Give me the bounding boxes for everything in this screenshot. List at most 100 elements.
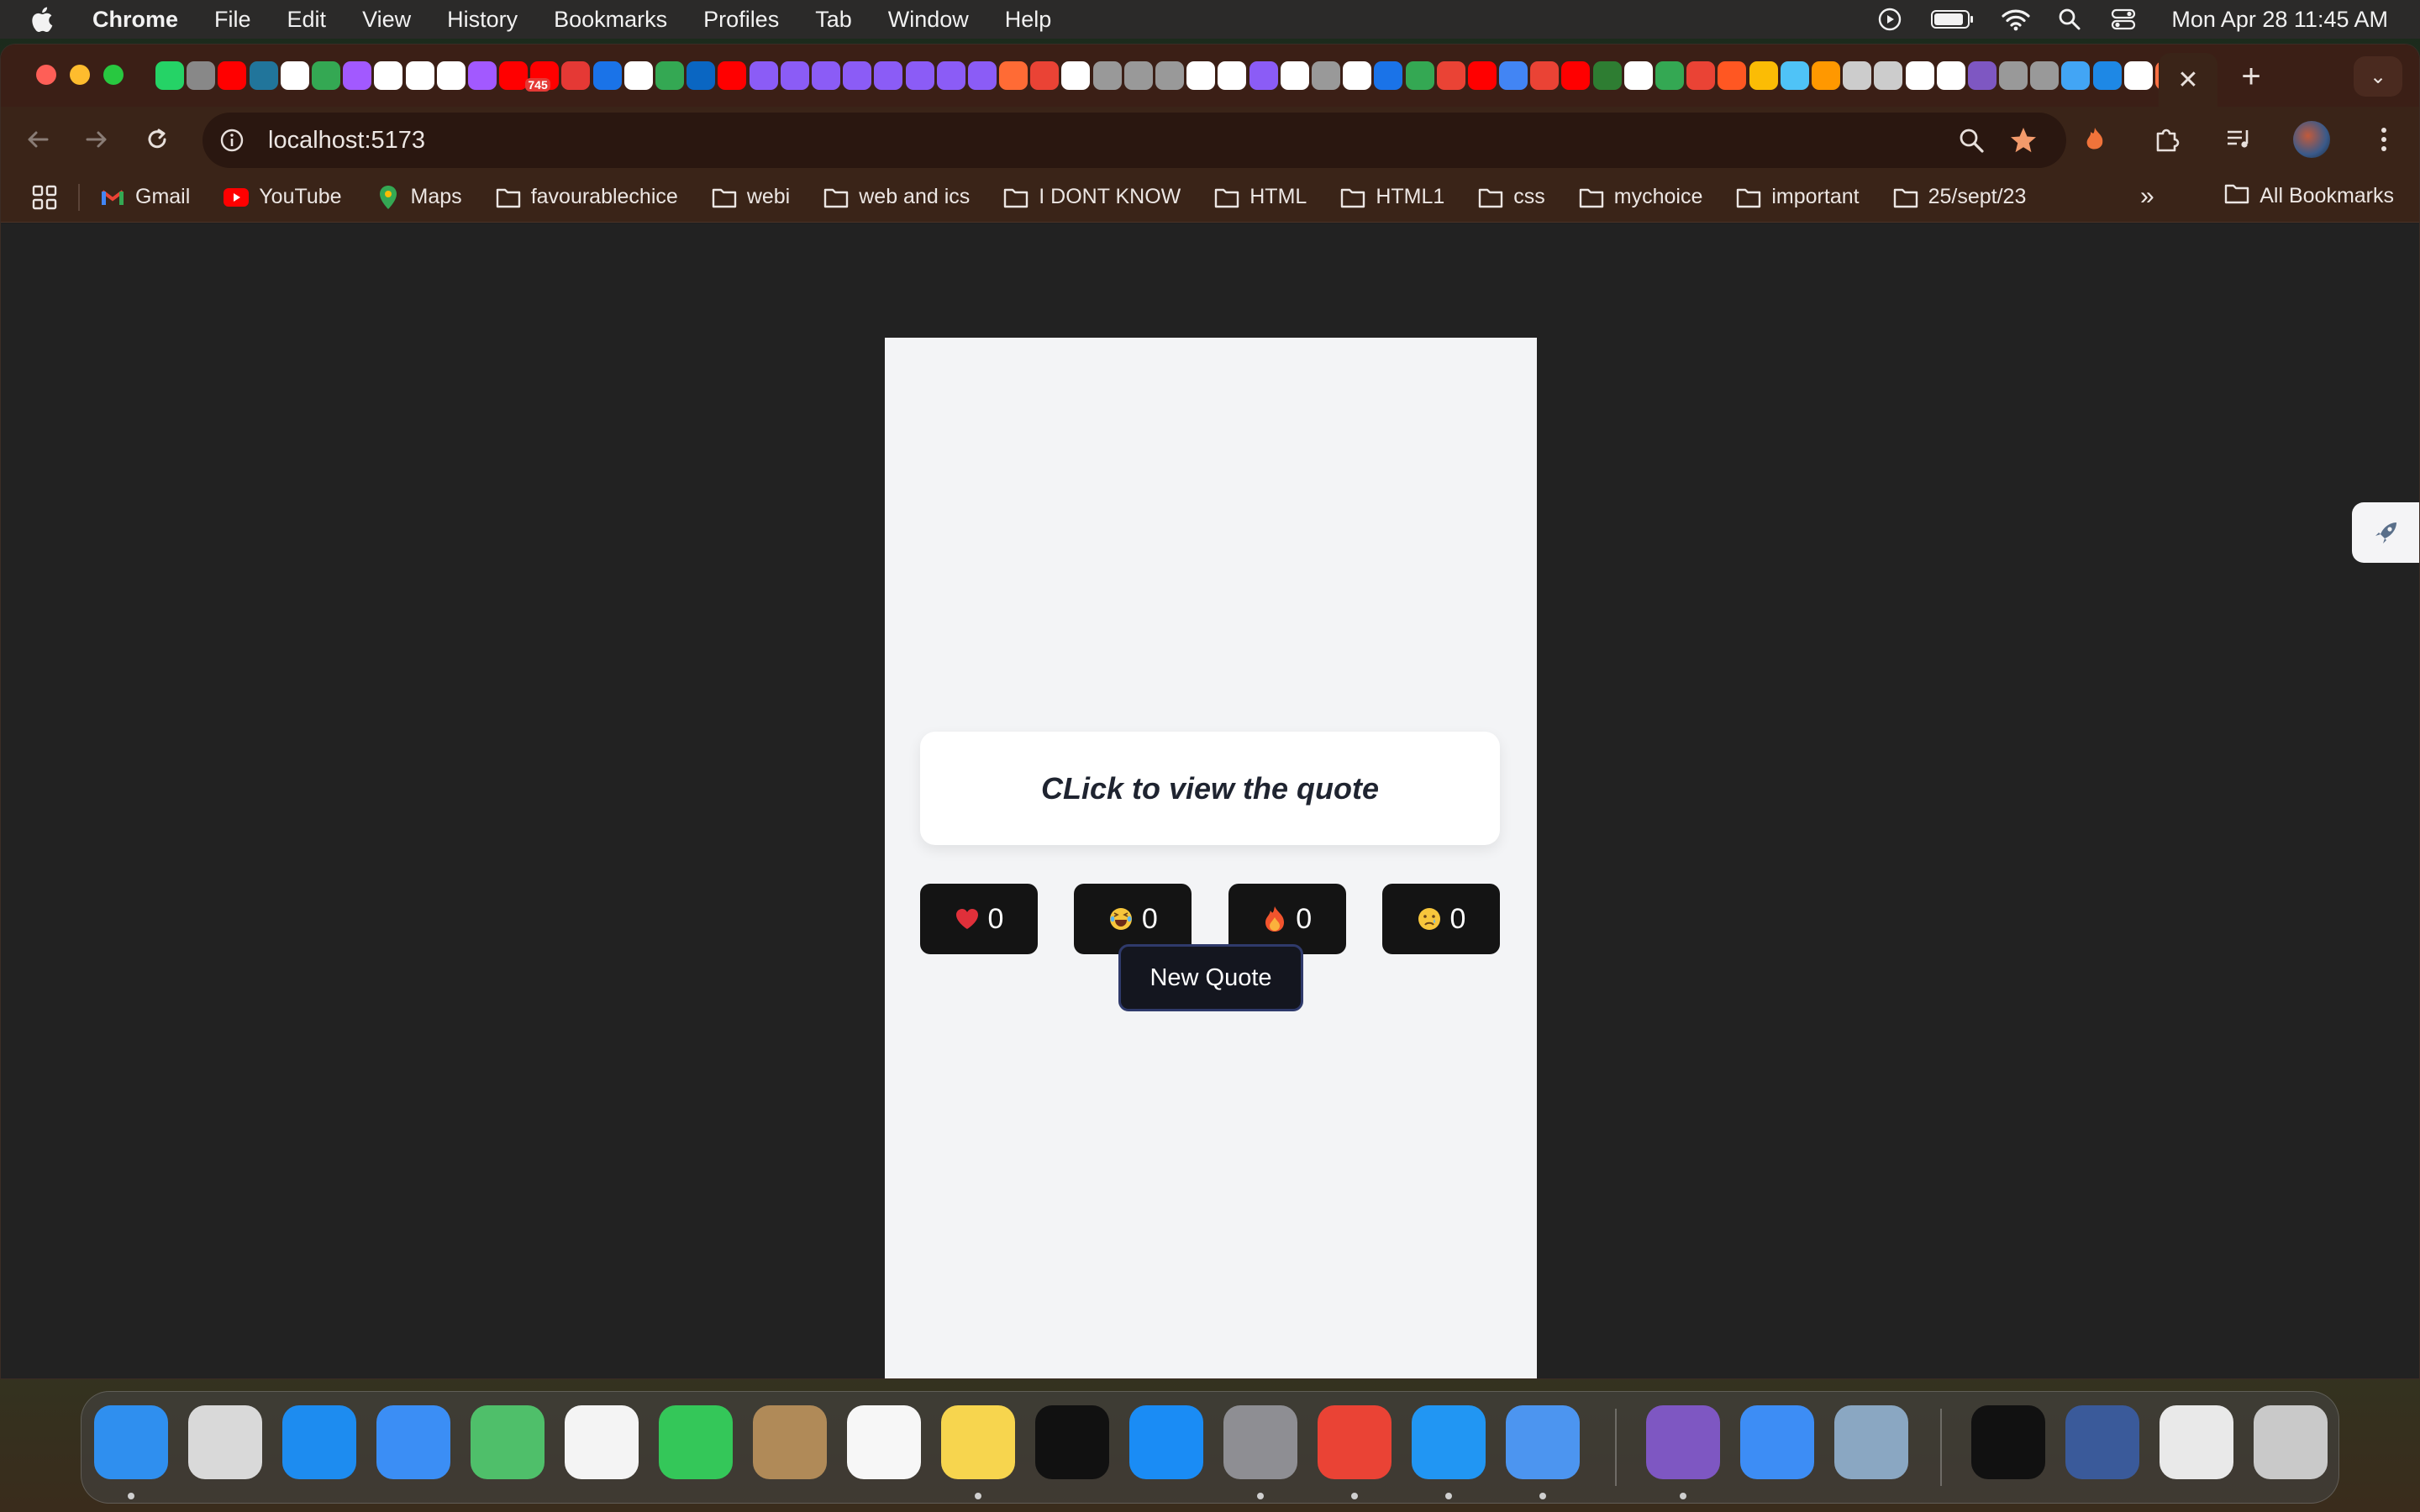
tab-favicon[interactable] xyxy=(1123,61,1153,90)
tab-favicon[interactable] xyxy=(187,61,216,90)
tab-favicon[interactable] xyxy=(1092,61,1122,90)
dock-app-contacts[interactable] xyxy=(753,1405,827,1479)
tab-favicon[interactable] xyxy=(1843,61,1872,90)
bookmark-star-icon[interactable] xyxy=(2004,121,2043,160)
tab-favicon[interactable] xyxy=(655,61,684,90)
tab-favicon[interactable] xyxy=(1343,61,1372,90)
tab-favicon[interactable] xyxy=(1749,61,1778,90)
more-menu-icon[interactable] xyxy=(2365,121,2402,158)
active-tab[interactable]: ✕ xyxy=(2159,53,2217,107)
tab-favicon[interactable] xyxy=(1218,61,1247,90)
dock-app-simulator[interactable] xyxy=(1740,1405,1814,1479)
tab-favicon[interactable] xyxy=(2123,61,2153,90)
tab-close-icon[interactable]: ✕ xyxy=(2177,66,2198,95)
tab-favicon[interactable] xyxy=(1467,61,1497,90)
dock-app-mail[interactable] xyxy=(376,1405,450,1479)
dock-app-xcode[interactable] xyxy=(1506,1405,1580,1479)
reload-button[interactable] xyxy=(139,121,176,158)
bookmark-folder[interactable]: I DONT KNOW xyxy=(1003,185,1181,210)
close-window-button[interactable] xyxy=(36,65,56,85)
dock-app-vs-code[interactable] xyxy=(1412,1405,1486,1479)
profile-avatar[interactable] xyxy=(2293,121,2330,158)
menu-tab[interactable]: Tab xyxy=(815,7,852,33)
bookmark-maps[interactable]: Maps xyxy=(376,185,462,210)
tab-favicon[interactable] xyxy=(1155,61,1184,90)
dock-app-notes[interactable] xyxy=(941,1405,1015,1479)
dock-app-chrome[interactable] xyxy=(1318,1405,1392,1479)
battery-icon[interactable] xyxy=(1929,5,1976,34)
tab-favicon[interactable] xyxy=(155,61,184,90)
tab-favicon[interactable] xyxy=(280,61,309,90)
tab-favicon[interactable] xyxy=(467,61,497,90)
control-center-icon[interactable] xyxy=(2109,5,2138,34)
tab-favicon[interactable] xyxy=(1499,61,1528,90)
tab-favicon[interactable] xyxy=(1280,61,1309,90)
spotlight-search-icon[interactable] xyxy=(2055,5,2084,34)
bookmark-youtube[interactable]: YouTube xyxy=(224,185,342,210)
dock-app-maps[interactable] xyxy=(471,1405,544,1479)
tab-favicon[interactable] xyxy=(1405,61,1434,90)
tab-favicon[interactable] xyxy=(1967,61,1996,90)
forward-button[interactable] xyxy=(78,121,115,158)
menu-file[interactable]: File xyxy=(214,7,251,33)
tab-favicon[interactable] xyxy=(1811,61,1840,90)
tab-favicon[interactable] xyxy=(1061,61,1091,90)
tab-favicon[interactable] xyxy=(811,61,840,90)
tab-favicon[interactable] xyxy=(561,61,591,90)
tab-favicon[interactable] xyxy=(1999,61,2028,90)
bookmark-folder[interactable]: web and ics xyxy=(823,185,970,210)
tab-favicon[interactable] xyxy=(592,61,622,90)
tab-favicon[interactable] xyxy=(843,61,872,90)
bookmark-folder[interactable]: webi xyxy=(712,185,790,210)
bookmark-folder[interactable]: HTML1 xyxy=(1340,185,1444,210)
zoom-icon[interactable] xyxy=(1954,123,1989,158)
menu-help[interactable]: Help xyxy=(1005,7,1052,33)
bookmark-folder[interactable]: mychoice xyxy=(1579,185,1702,210)
url-text[interactable]: localhost:5173 xyxy=(268,127,425,155)
tab-favicon[interactable] xyxy=(687,61,716,90)
tab-favicon[interactable] xyxy=(1780,61,1809,90)
dock-app-finder[interactable] xyxy=(94,1405,168,1479)
menu-bookmarks[interactable]: Bookmarks xyxy=(554,7,667,33)
all-bookmarks-button[interactable]: All Bookmarks xyxy=(2224,182,2394,210)
tab-favicon[interactable] xyxy=(1311,61,1340,90)
dock-app-facetime[interactable] xyxy=(659,1405,733,1479)
tab-favicon[interactable] xyxy=(2061,61,2091,90)
tab-favicon[interactable] xyxy=(1436,61,1465,90)
tab-favicon[interactable] xyxy=(436,61,466,90)
menu-history[interactable]: History xyxy=(447,7,518,33)
menu-edit[interactable]: Edit xyxy=(287,7,327,33)
bookmark-folder[interactable]: 25/sept/23 xyxy=(1893,185,2026,210)
bookmark-folder[interactable]: favourablechice xyxy=(496,185,678,210)
media-controls-icon[interactable] xyxy=(2221,121,2258,158)
tab-favicon[interactable] xyxy=(1655,61,1684,90)
tab-favicon[interactable] xyxy=(905,61,934,90)
tab-favicon[interactable] xyxy=(749,61,778,90)
dock-app-reminders[interactable] xyxy=(847,1405,921,1479)
tab-favicon[interactable] xyxy=(999,61,1028,90)
extensions-puzzle-icon[interactable] xyxy=(2149,121,2186,158)
tab-favicon[interactable] xyxy=(374,61,403,90)
bookmark-folder[interactable]: important xyxy=(1736,185,1860,210)
minimize-window-button[interactable] xyxy=(70,65,90,85)
dock-app-documents[interactable] xyxy=(2160,1405,2233,1479)
now-playing-icon[interactable] xyxy=(1876,5,1904,34)
tab-favicon[interactable] xyxy=(1561,61,1591,90)
extension-flame-icon[interactable] xyxy=(2076,121,2113,158)
tab-favicon[interactable] xyxy=(1249,61,1278,90)
wifi-icon[interactable] xyxy=(2002,5,2030,34)
dock-app-screenshot[interactable] xyxy=(2065,1405,2139,1479)
tab-favicon[interactable] xyxy=(967,61,997,90)
quote-card[interactable]: CLick to view the quote xyxy=(920,732,1500,845)
tab-favicon[interactable] xyxy=(874,61,903,90)
tab-favicon[interactable] xyxy=(2030,61,2060,90)
menu-view[interactable]: View xyxy=(362,7,411,33)
bookmark-gmail[interactable]: Gmail xyxy=(100,185,190,210)
menu-app-name[interactable]: Chrome xyxy=(92,7,178,33)
menu-window[interactable]: Window xyxy=(888,7,969,33)
heart-reaction-button[interactable]: 0 xyxy=(920,884,1038,954)
tab-favicon[interactable] xyxy=(780,61,809,90)
side-extension-widget[interactable] xyxy=(2352,502,2419,563)
chevron-double-right-icon[interactable]: » xyxy=(2140,182,2154,211)
tab-favicon[interactable] xyxy=(1686,61,1716,90)
